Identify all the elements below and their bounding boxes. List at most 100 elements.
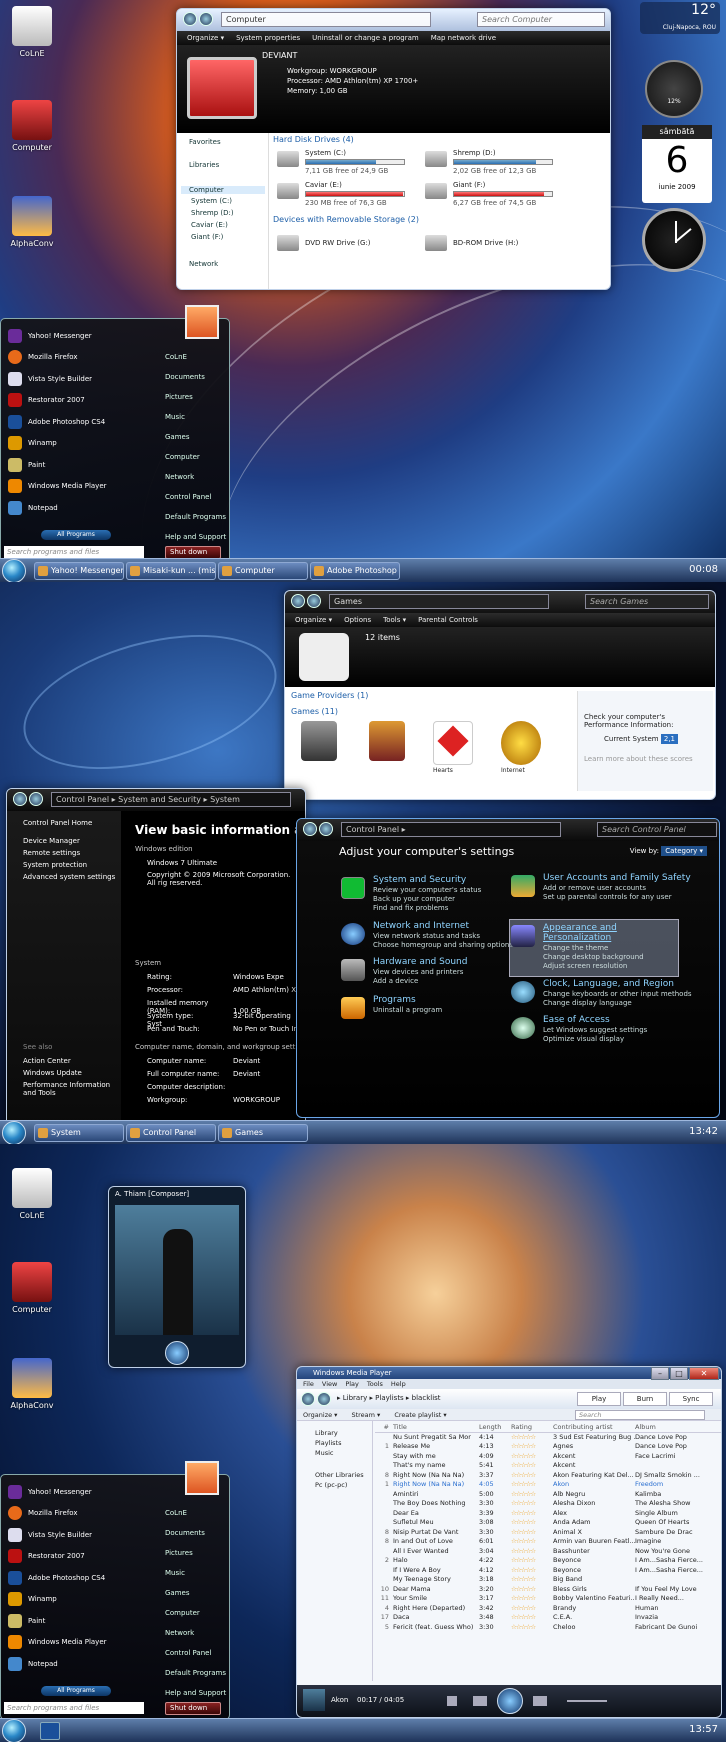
organize-button[interactable]: Organize ▾: [187, 34, 224, 42]
start-orb-icon[interactable]: [2, 1121, 26, 1144]
category-programs[interactable]: Programs Uninstall a program: [373, 995, 442, 1015]
forward-icon[interactable]: [317, 1392, 331, 1406]
nav-computer[interactable]: Computer: [181, 186, 265, 194]
table-row[interactable]: 8 In and Out of Love 6:01 ☆☆☆☆☆ Armin van Bu…: [375, 1537, 721, 1547]
desktop-icon-colne[interactable]: CoLnE: [2, 6, 62, 58]
back-icon[interactable]: [183, 12, 197, 26]
start-link-games[interactable]: Games: [161, 427, 225, 447]
tools-button[interactable]: Tools ▾: [383, 616, 406, 624]
windows-update-link[interactable]: Windows Update: [23, 1069, 82, 1077]
taskbar-btn-computer[interactable]: Computer: [218, 562, 308, 580]
options-button[interactable]: Options: [344, 616, 371, 624]
drive-c[interactable]: System (C:) 7,11 GB free of 24,9 GB: [277, 149, 417, 179]
program-vsb[interactable]: Vista Style Builder: [4, 368, 144, 390]
nav-network[interactable]: Network: [189, 260, 218, 268]
category-clock-language[interactable]: Clock, Language, and Region Change keyboa…: [543, 979, 692, 1008]
address-bar[interactable]: Computer: [221, 12, 431, 27]
chess-icon[interactable]: [301, 721, 337, 761]
category-ease-of-access[interactable]: Ease of Access Let Windows suggest settin…: [543, 1015, 647, 1044]
tab-sync[interactable]: Sync: [669, 1392, 713, 1406]
start-link-control-panel[interactable]: Control Panel: [161, 487, 225, 507]
table-row[interactable]: 17 Daca 3:48 ☆☆☆☆☆ C.E.A. Invazia: [375, 1613, 721, 1623]
program-paint[interactable]: Paint: [4, 454, 144, 476]
back-icon[interactable]: [301, 1392, 315, 1406]
system-window[interactable]: Control Panel ▸ System and Security ▸ Sy…: [6, 788, 306, 1132]
organize-button[interactable]: Organize ▾: [303, 1409, 337, 1420]
table-row[interactable]: The Boy Does Nothing 3:30 ☆☆☆☆☆ Alesha Dixo…: [375, 1499, 721, 1509]
table-row[interactable]: All I Ever Wanted 3:04 ☆☆☆☆☆ Basshunter Now …: [375, 1547, 721, 1557]
perf-info-link[interactable]: Performance Information and Tools: [23, 1081, 115, 1097]
system-properties-button[interactable]: System properties: [236, 34, 300, 42]
table-row[interactable]: 1 Right Now (Na Na Na) 4:05 ☆☆☆☆☆ Akon Freedo…: [375, 1480, 721, 1490]
play-pause-icon[interactable]: [497, 1688, 523, 1714]
shutdown-button[interactable]: Shut down: [165, 1702, 221, 1715]
cpu-meter-gadget[interactable]: 12%: [645, 60, 703, 118]
organize-button[interactable]: Organize ▾: [295, 616, 332, 624]
mini-player[interactable]: A. Thiam [Composer]: [108, 1186, 246, 1368]
desktop-icon-computer[interactable]: Computer: [2, 1262, 62, 1314]
table-row[interactable]: Amintiri 5:00 ☆☆☆☆☆ Alb Negru Kalimba: [375, 1490, 721, 1500]
address-bar[interactable]: Control Panel ▸ System and Security ▸ Sy…: [51, 792, 291, 807]
start-link-help[interactable]: Help and Support: [161, 1683, 226, 1703]
action-center-link[interactable]: Action Center: [23, 1057, 71, 1065]
program-photoshop[interactable]: Adobe Photoshop CS4: [4, 411, 144, 433]
taskbar-photoshop-icon[interactable]: [40, 1722, 60, 1740]
program-notepad[interactable]: Notepad: [4, 1653, 144, 1675]
forward-icon[interactable]: [29, 792, 43, 806]
column-album[interactable]: Album: [635, 1423, 719, 1432]
address-bar[interactable]: Games: [329, 594, 549, 609]
start-link-documents[interactable]: Documents: [161, 367, 225, 387]
program-vsb[interactable]: Vista Style Builder: [4, 1524, 144, 1546]
stop-icon[interactable]: [447, 1696, 457, 1706]
column-title[interactable]: Title: [393, 1423, 479, 1432]
table-row[interactable]: 11 Your Smile 3:17 ☆☆☆☆☆ Bobby Valentino Fea…: [375, 1594, 721, 1604]
nav-pc[interactable]: Pc (pc-pc): [297, 1479, 372, 1489]
category-dropdown[interactable]: Category ▾: [661, 846, 707, 856]
computer-window[interactable]: Computer Search Computer Organize ▾ Syst…: [176, 8, 611, 290]
menu-tools[interactable]: Tools: [367, 1379, 383, 1389]
menu-help[interactable]: Help: [391, 1379, 406, 1389]
control-panel-home-link[interactable]: Control Panel Home: [23, 819, 92, 827]
back-icon[interactable]: [13, 792, 27, 806]
program-paint[interactable]: Paint: [4, 1610, 144, 1632]
nav-playlists[interactable]: Playlists: [297, 1437, 372, 1447]
previous-icon[interactable]: [473, 1696, 487, 1706]
table-row[interactable]: My Teenage Story 3:18 ☆☆☆☆☆ Big Band: [375, 1575, 721, 1585]
desktop-icon-alphaconv[interactable]: AlphaConv: [2, 196, 62, 248]
breadcrumb[interactable]: ▸ Library ▸ Playlists ▸ blacklist: [337, 1394, 441, 1402]
system-protection-link[interactable]: System protection: [23, 861, 87, 869]
table-row[interactable]: 8 Nisip Purtat De Vant 3:30 ☆☆☆☆☆ Animal X Sa…: [375, 1528, 721, 1538]
program-firefox[interactable]: Mozilla Firefox: [4, 1503, 144, 1525]
start-link-pictures[interactable]: Pictures: [161, 1543, 225, 1563]
table-row[interactable]: 8 Right Now (Na Na Na) 3:37 ☆☆☆☆☆ Akon Featu…: [375, 1471, 721, 1481]
tab-burn[interactable]: Burn: [623, 1392, 667, 1406]
program-winamp[interactable]: Winamp: [4, 433, 144, 455]
start-link-control-panel[interactable]: Control Panel: [161, 1643, 225, 1663]
control-panel-window[interactable]: Control Panel ▸ Search Control Panel Adj…: [296, 818, 720, 1118]
search-input[interactable]: Search: [575, 1410, 705, 1420]
program-yahoo[interactable]: Yahoo! Messenger: [4, 325, 144, 347]
table-row[interactable]: If I Were A Boy 4:12 ☆☆☆☆☆ Beyonce I Am...Sa…: [375, 1566, 721, 1576]
remote-settings-link[interactable]: Remote settings: [23, 849, 80, 857]
games-window[interactable]: Games Search Games Organize ▾ Options To…: [284, 590, 716, 800]
nav-drive-f[interactable]: Giant (F:): [191, 233, 223, 241]
advanced-settings-link[interactable]: Advanced system settings: [23, 873, 115, 881]
start-link-games[interactable]: Games: [161, 1583, 225, 1603]
nav-libraries[interactable]: Libraries: [189, 161, 219, 169]
table-row[interactable]: Nu Sunt Pregatit Sa Mor 4:14 ☆☆☆☆☆ 3 Sud Es…: [375, 1433, 721, 1443]
nav-drive-d[interactable]: Shremp (D:): [191, 209, 234, 217]
tab-play[interactable]: Play: [577, 1392, 621, 1406]
maximize-button[interactable]: □: [670, 1367, 688, 1380]
search-input[interactable]: Search Computer: [477, 12, 605, 27]
bd-drive[interactable]: BD-ROM Drive (H:): [425, 233, 565, 263]
start-link-computer[interactable]: Computer: [161, 447, 225, 467]
program-notepad[interactable]: Notepad: [4, 497, 144, 519]
volume-slider[interactable]: [567, 1700, 607, 1702]
program-wmp[interactable]: Windows Media Player: [4, 476, 144, 498]
taskbar-btn-system[interactable]: System: [34, 1124, 124, 1142]
program-winamp[interactable]: Winamp: [4, 1589, 144, 1611]
taskbar-btn-control-panel[interactable]: Control Panel: [126, 1124, 216, 1142]
nav-drive-c[interactable]: System (C:): [191, 197, 232, 205]
clock-gadget[interactable]: [642, 208, 706, 272]
table-row[interactable]: Stay with me 4:09 ☆☆☆☆☆ Akcent Face Lacrimi: [375, 1452, 721, 1462]
